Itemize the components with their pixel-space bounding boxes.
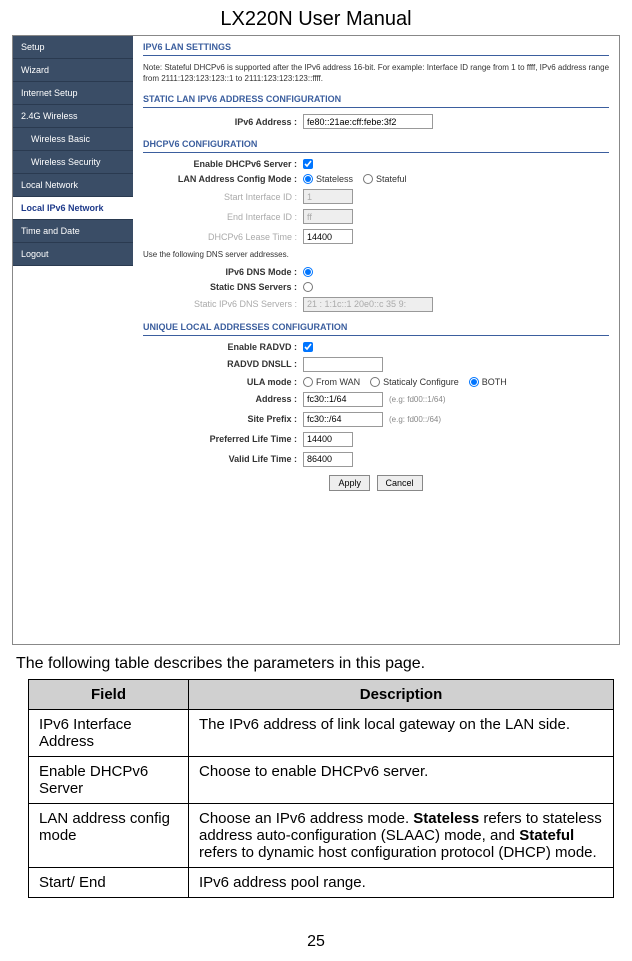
sidebar-item-setup[interactable]: Setup xyxy=(13,36,133,59)
sidebar-item-time-and-date[interactable]: Time and Date xyxy=(13,220,133,243)
lease-time-label: DHCPv6 Lease Time : xyxy=(143,232,303,242)
ula-from-wan-label: From WAN xyxy=(316,377,360,387)
sidebar-nav: SetupWizardInternet Setup2.4G WirelessWi… xyxy=(13,36,133,644)
radvd-dnsll-label: RADVD DNSLL : xyxy=(143,359,303,369)
valid-life-label: Valid Life Time : xyxy=(143,454,303,464)
lease-time-input[interactable] xyxy=(303,229,353,244)
enable-radvd-checkbox[interactable] xyxy=(303,342,313,352)
site-prefix-label: Site Prefix : xyxy=(143,414,303,424)
table-cell-field: IPv6 Interface Address xyxy=(29,710,189,757)
sidebar-item-wireless-basic[interactable]: Wireless Basic xyxy=(13,128,133,151)
section-static-lan: STATIC LAN IPV6 ADDRESS CONFIGURATION xyxy=(143,94,609,108)
ipv6-dns-mode-label: IPv6 DNS Mode : xyxy=(143,267,303,277)
enable-radvd-label: Enable RADVD : xyxy=(143,342,303,352)
enable-dhcpv6-checkbox[interactable] xyxy=(303,159,313,169)
table-row: IPv6 Interface AddressThe IPv6 address o… xyxy=(29,710,614,757)
static-dns-servers-label: Static DNS Servers : xyxy=(143,282,303,292)
table-row: Enable DHCPv6 ServerChoose to enable DHC… xyxy=(29,757,614,804)
sidebar-item-logout[interactable]: Logout xyxy=(13,243,133,266)
radvd-dnsll-input[interactable] xyxy=(303,357,383,372)
lan-config-stateful-radio[interactable] xyxy=(363,174,373,184)
static-ipv6-dns-label: Static IPv6 DNS Servers : xyxy=(143,299,303,309)
ula-address-input[interactable] xyxy=(303,392,383,407)
preferred-life-label: Preferred Life Time : xyxy=(143,434,303,444)
ula-from-wan-radio[interactable] xyxy=(303,377,313,387)
sidebar-item-local-ipv6-network[interactable]: Local IPv6 Network xyxy=(13,197,133,220)
ula-mode-label: ULA mode : xyxy=(143,377,303,387)
table-row: Start/ EndIPv6 address pool range. xyxy=(29,868,614,898)
sidebar-item-wizard[interactable]: Wizard xyxy=(13,59,133,82)
ula-both-radio[interactable] xyxy=(469,377,479,387)
cancel-button[interactable]: Cancel xyxy=(377,475,423,491)
apply-button[interactable]: Apply xyxy=(329,475,370,491)
static-ipv6-dns-input[interactable] xyxy=(303,297,433,312)
router-screenshot: SetupWizardInternet Setup2.4G WirelessWi… xyxy=(12,35,620,645)
ula-both-label: BOTH xyxy=(482,377,507,387)
table-cell-field: Start/ End xyxy=(29,868,189,898)
table-row: LAN address config modeChoose an IPv6 ad… xyxy=(29,804,614,868)
site-prefix-hint: (e.g: fd00::/64) xyxy=(389,415,441,424)
sidebar-item-internet-setup[interactable]: Internet Setup xyxy=(13,82,133,105)
table-intro-text: The following table describes the parame… xyxy=(16,655,616,673)
page-title: LX220N User Manual xyxy=(12,8,620,31)
table-cell-desc: The IPv6 address of link local gateway o… xyxy=(189,710,614,757)
preferred-life-input[interactable] xyxy=(303,432,353,447)
start-id-label: Start Interface ID : xyxy=(143,192,303,202)
ipv6-dns-mode-radio[interactable] xyxy=(303,267,313,277)
sidebar-item-wireless-security[interactable]: Wireless Security xyxy=(13,151,133,174)
ula-address-label: Address : xyxy=(143,394,303,404)
table-cell-desc: IPv6 address pool range. xyxy=(189,868,614,898)
table-header-field: Field xyxy=(29,680,189,710)
ula-static-label: Staticaly Configure xyxy=(383,377,459,387)
table-cell-desc: Choose an IPv6 address mode. Stateless r… xyxy=(189,804,614,868)
static-dns-servers-radio[interactable] xyxy=(303,282,313,292)
ipv6-address-input[interactable] xyxy=(303,114,433,129)
ula-address-hint: (e.g: fd00::1/64) xyxy=(389,395,445,404)
sidebar-item-2-4g-wireless[interactable]: 2.4G Wireless xyxy=(13,105,133,128)
table-cell-field: Enable DHCPv6 Server xyxy=(29,757,189,804)
sidebar-item-local-network[interactable]: Local Network xyxy=(13,174,133,197)
table-cell-field: LAN address config mode xyxy=(29,804,189,868)
section-dhcp: DHCPV6 CONFIGURATION xyxy=(143,139,609,153)
valid-life-input[interactable] xyxy=(303,452,353,467)
page-number: 25 xyxy=(0,933,632,951)
settings-content: IPV6 LAN SETTINGS Note: Stateful DHCPv6 … xyxy=(133,36,619,644)
table-header-desc: Description xyxy=(189,680,614,710)
site-prefix-input[interactable] xyxy=(303,412,383,427)
lan-note: Note: Stateful DHCPv6 is supported after… xyxy=(143,62,609,84)
enable-dhcpv6-label: Enable DHCPv6 Server : xyxy=(143,159,303,169)
end-id-input[interactable] xyxy=(303,209,353,224)
lan-config-stateful-label: Stateful xyxy=(376,174,407,184)
ula-static-radio[interactable] xyxy=(370,377,380,387)
section-ipv6-lan: IPV6 LAN SETTINGS xyxy=(143,42,609,56)
start-id-input[interactable] xyxy=(303,189,353,204)
lan-config-stateless-label: Stateless xyxy=(316,174,353,184)
end-id-label: End Interface ID : xyxy=(143,212,303,222)
lan-config-stateless-radio[interactable] xyxy=(303,174,313,184)
dns-note: Use the following DNS server addresses. xyxy=(143,249,609,260)
table-cell-desc: Choose to enable DHCPv6 server. xyxy=(189,757,614,804)
lan-config-mode-label: LAN Address Config Mode : xyxy=(143,174,303,184)
ipv6-address-label: IPv6 Address : xyxy=(143,117,303,127)
parameter-table: Field Description IPv6 Interface Address… xyxy=(28,679,614,898)
section-ula: UNIQUE LOCAL ADDRESSES CONFIGURATION xyxy=(143,322,609,336)
